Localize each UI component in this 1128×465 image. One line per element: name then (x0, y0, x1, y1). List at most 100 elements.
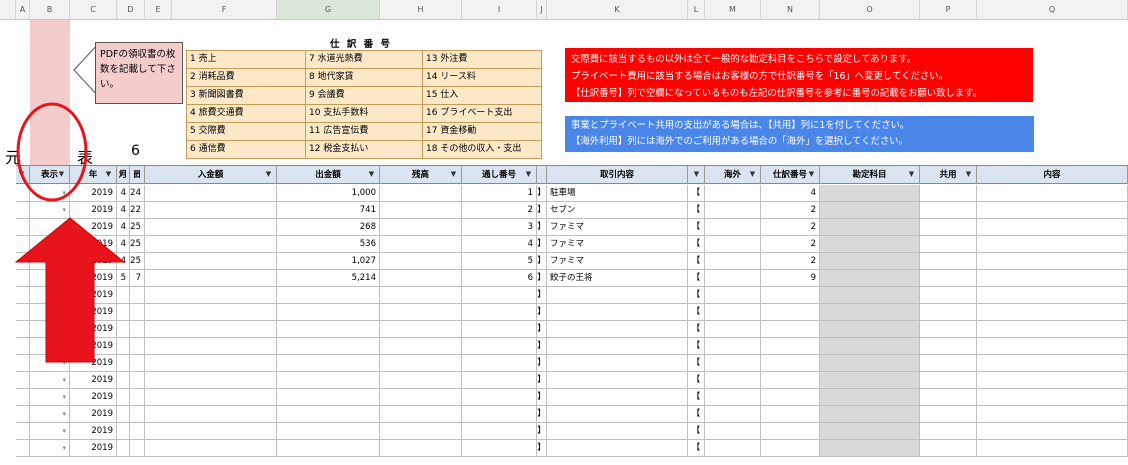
bracket-open-cell[interactable]: 【 (688, 423, 705, 440)
details-cell[interactable] (977, 304, 1128, 321)
overseas-cell[interactable] (705, 270, 761, 287)
account-cell[interactable] (820, 440, 920, 457)
day-cell[interactable] (130, 287, 145, 304)
details-cell[interactable] (977, 372, 1128, 389)
shared-cell[interactable] (920, 287, 977, 304)
dropdown-cell[interactable]: ▾ (30, 406, 70, 423)
header-hi[interactable]: 日 ▼ (130, 165, 145, 184)
details-cell[interactable] (977, 355, 1128, 372)
bracket-open-cell[interactable]: 【 (688, 372, 705, 389)
month-cell[interactable] (117, 372, 130, 389)
seq-cell[interactable] (462, 406, 537, 423)
overseas-cell[interactable] (705, 219, 761, 236)
journal-code-cell[interactable] (761, 423, 820, 440)
overseas-cell[interactable] (705, 406, 761, 423)
day-cell[interactable]: 25 (130, 236, 145, 253)
bracket-close-cell[interactable]: 】 (537, 270, 547, 287)
header-torihiki[interactable]: 取引内容 (547, 165, 688, 184)
day-cell[interactable] (130, 355, 145, 372)
column-letter-L[interactable]: L (688, 0, 705, 20)
header-shukkin[interactable]: 出金額 ▼ (277, 165, 380, 184)
dropdown-cell[interactable]: ▾ (30, 423, 70, 440)
description-cell[interactable] (547, 321, 688, 338)
month-cell[interactable] (117, 406, 130, 423)
day-cell[interactable]: 22 (130, 202, 145, 219)
filter-dropdown-icon[interactable]: ▼ (963, 169, 974, 180)
shared-cell[interactable] (920, 202, 977, 219)
bracket-open-cell[interactable]: 【 (688, 304, 705, 321)
seq-cell[interactable] (462, 355, 537, 372)
column-letter-F[interactable]: F (172, 0, 277, 20)
header-nyukin[interactable]: 入金額 ▼ (145, 165, 277, 184)
header-kanjo[interactable]: 勘定科目 ▼ (820, 165, 920, 184)
month-cell[interactable]: 4 (117, 185, 130, 202)
day-cell[interactable]: 7 (130, 270, 145, 287)
journal-code-cell[interactable] (761, 304, 820, 321)
balance-cell[interactable] (380, 406, 462, 423)
filter-dropdown-icon[interactable]: ▼ (116, 169, 127, 180)
overseas-cell[interactable] (705, 321, 761, 338)
account-cell[interactable] (820, 202, 920, 219)
bracket-close-cell[interactable]: 】 (537, 253, 547, 270)
account-cell[interactable] (820, 321, 920, 338)
shared-cell[interactable] (920, 423, 977, 440)
seq-cell[interactable] (462, 440, 537, 457)
overseas-cell[interactable] (705, 185, 761, 202)
day-cell[interactable] (130, 372, 145, 389)
bracket-close-cell[interactable]: 】 (537, 338, 547, 355)
seq-cell[interactable] (462, 423, 537, 440)
balance-cell[interactable] (380, 270, 462, 287)
journal-code-cell[interactable] (761, 440, 820, 457)
description-cell[interactable] (547, 338, 688, 355)
bracket-close-cell[interactable]: 】 (537, 355, 547, 372)
header-tooshi[interactable]: 通し番号 ▼ (462, 165, 537, 184)
day-cell[interactable] (130, 304, 145, 321)
bracket-open-cell[interactable]: 【 (688, 219, 705, 236)
seq-cell[interactable]: 2 (462, 202, 537, 219)
overseas-cell[interactable] (705, 423, 761, 440)
overseas-cell[interactable] (705, 202, 761, 219)
journal-code-cell[interactable] (761, 389, 820, 406)
details-cell[interactable] (977, 185, 1128, 202)
month-cell[interactable] (117, 423, 130, 440)
filter-dropdown-icon[interactable]: ▼ (448, 169, 459, 180)
details-cell[interactable] (977, 287, 1128, 304)
column-letter-H[interactable]: H (380, 0, 462, 20)
column-letter-K[interactable]: K (547, 0, 688, 20)
deposit-cell[interactable] (145, 185, 277, 202)
withdrawal-cell[interactable] (277, 440, 380, 457)
seq-cell[interactable]: 3 (462, 219, 537, 236)
description-cell[interactable]: 餃子の王将 (547, 270, 688, 287)
overseas-cell[interactable] (705, 355, 761, 372)
bracket-open-cell[interactable]: 【 (688, 389, 705, 406)
shared-cell[interactable] (920, 236, 977, 253)
description-cell[interactable] (547, 423, 688, 440)
journal-code-cell[interactable]: 9 (761, 270, 820, 287)
column-letter-C[interactable]: C (70, 0, 117, 20)
account-cell[interactable] (820, 287, 920, 304)
shared-cell[interactable] (920, 304, 977, 321)
deposit-cell[interactable] (145, 338, 277, 355)
column-letter-M[interactable]: M (705, 0, 761, 20)
filter-dropdown-icon[interactable]: ▼ (806, 169, 817, 180)
balance-cell[interactable] (380, 338, 462, 355)
deposit-cell[interactable] (145, 440, 277, 457)
year-cell[interactable]: 2019 (70, 406, 117, 423)
header-tsuki[interactable]: 月 ▼ (117, 165, 130, 184)
day-cell[interactable] (130, 338, 145, 355)
deposit-cell[interactable] (145, 423, 277, 440)
seq-cell[interactable]: 4 (462, 236, 537, 253)
deposit-cell[interactable] (145, 355, 277, 372)
bracket-open-cell[interactable]: 【 (688, 287, 705, 304)
description-cell[interactable]: 駐車場 (547, 185, 688, 202)
details-cell[interactable] (977, 406, 1128, 423)
month-cell[interactable] (117, 389, 130, 406)
seq-cell[interactable] (462, 372, 537, 389)
seq-cell[interactable]: 5 (462, 253, 537, 270)
journal-code-cell[interactable]: 2 (761, 236, 820, 253)
journal-code-cell[interactable]: 2 (761, 219, 820, 236)
bracket-open-cell[interactable]: 【 (688, 406, 705, 423)
seq-cell[interactable] (462, 338, 537, 355)
shared-cell[interactable] (920, 219, 977, 236)
description-cell[interactable] (547, 287, 688, 304)
